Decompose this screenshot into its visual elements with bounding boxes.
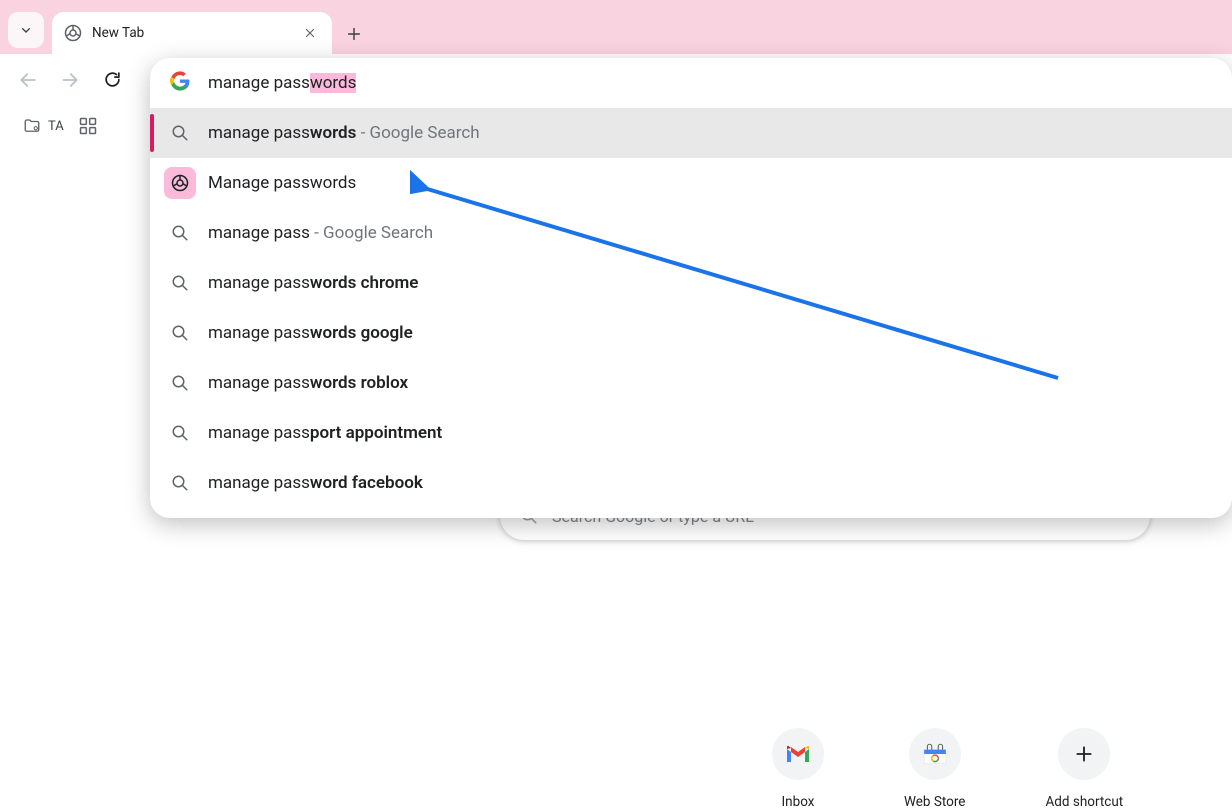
shortcut-label: Inbox — [782, 794, 815, 810]
apps-grid-icon — [78, 116, 98, 136]
back-button[interactable] — [10, 62, 46, 98]
arrow-left-icon — [18, 70, 38, 90]
google-g-icon — [170, 71, 190, 95]
tab-close-button[interactable] — [300, 23, 320, 43]
reload-icon — [103, 70, 122, 89]
plus-icon — [1058, 728, 1110, 780]
omnibox-input-row[interactable]: manage passwords — [150, 58, 1232, 108]
suggestion-text: manage pass - Google Search — [208, 223, 433, 243]
suggestion-text: manage password facebook — [208, 473, 423, 493]
search-icon — [170, 223, 190, 243]
shortcut-webstore[interactable]: Web Store — [904, 728, 965, 810]
close-icon — [304, 27, 316, 39]
search-tabs-button[interactable] — [8, 12, 44, 48]
chrome-icon — [164, 167, 196, 199]
suggestion-list: manage passwords - Google Search Manage … — [150, 108, 1232, 508]
webstore-icon — [909, 728, 961, 780]
suggestion-row[interactable]: manage pass - Google Search — [150, 208, 1232, 258]
suggestion-row[interactable]: manage passwords - Google Search — [150, 108, 1232, 158]
tab-title: New Tab — [92, 25, 144, 41]
suggestion-text: manage passwords chrome — [208, 273, 418, 293]
search-icon — [170, 273, 190, 293]
forward-button[interactable] — [52, 62, 88, 98]
search-icon — [170, 123, 190, 143]
titlebar: New Tab — [0, 0, 1232, 54]
suggestion-row[interactable]: manage passwords chrome — [150, 258, 1232, 308]
reload-button[interactable] — [94, 62, 130, 98]
new-tab-button[interactable] — [338, 18, 370, 50]
suggestion-text: manage passwords roblox — [208, 373, 408, 393]
suggestion-text: manage passwords - Google Search — [208, 123, 480, 143]
bookmark-apps[interactable] — [78, 116, 98, 136]
suggestion-row[interactable]: manage password facebook — [150, 458, 1232, 508]
suggestion-text: manage passport appointment — [208, 423, 442, 443]
suggestion-row[interactable]: manage passwords google — [150, 308, 1232, 358]
folder-gear-icon — [22, 117, 42, 135]
shortcut-label: Web Store — [904, 794, 965, 810]
ntp-shortcuts: Inbox Web Store Add shortcut — [772, 728, 1123, 810]
search-icon — [170, 323, 190, 343]
gmail-icon — [772, 728, 824, 780]
search-icon — [170, 373, 190, 393]
bookmark-label: TA — [48, 119, 64, 134]
plus-icon — [346, 26, 362, 42]
suggestion-text: Manage passwords — [208, 173, 356, 193]
suggestion-row[interactable]: manage passwords roblox — [150, 358, 1232, 408]
search-icon — [170, 423, 190, 443]
suggestion-text: manage passwords google — [208, 323, 413, 343]
search-icon — [170, 473, 190, 493]
shortcut-add[interactable]: Add shortcut — [1045, 728, 1123, 810]
browser-tab[interactable]: New Tab — [52, 12, 332, 54]
chrome-icon — [64, 24, 82, 42]
suggestion-row-manage-passwords[interactable]: Manage passwords — [150, 158, 1232, 208]
bookmark-folder-ta[interactable]: TA — [22, 117, 64, 135]
omnibox-dropdown: manage passwords manage passwords - Goog… — [150, 58, 1232, 518]
suggestion-row[interactable]: manage passport appointment — [150, 408, 1232, 458]
shortcut-inbox[interactable]: Inbox — [772, 728, 824, 810]
shortcut-label: Add shortcut — [1045, 794, 1123, 810]
omnibox-input[interactable]: manage passwords — [208, 73, 1212, 93]
arrow-right-icon — [60, 70, 80, 90]
chevron-down-icon — [18, 22, 34, 38]
